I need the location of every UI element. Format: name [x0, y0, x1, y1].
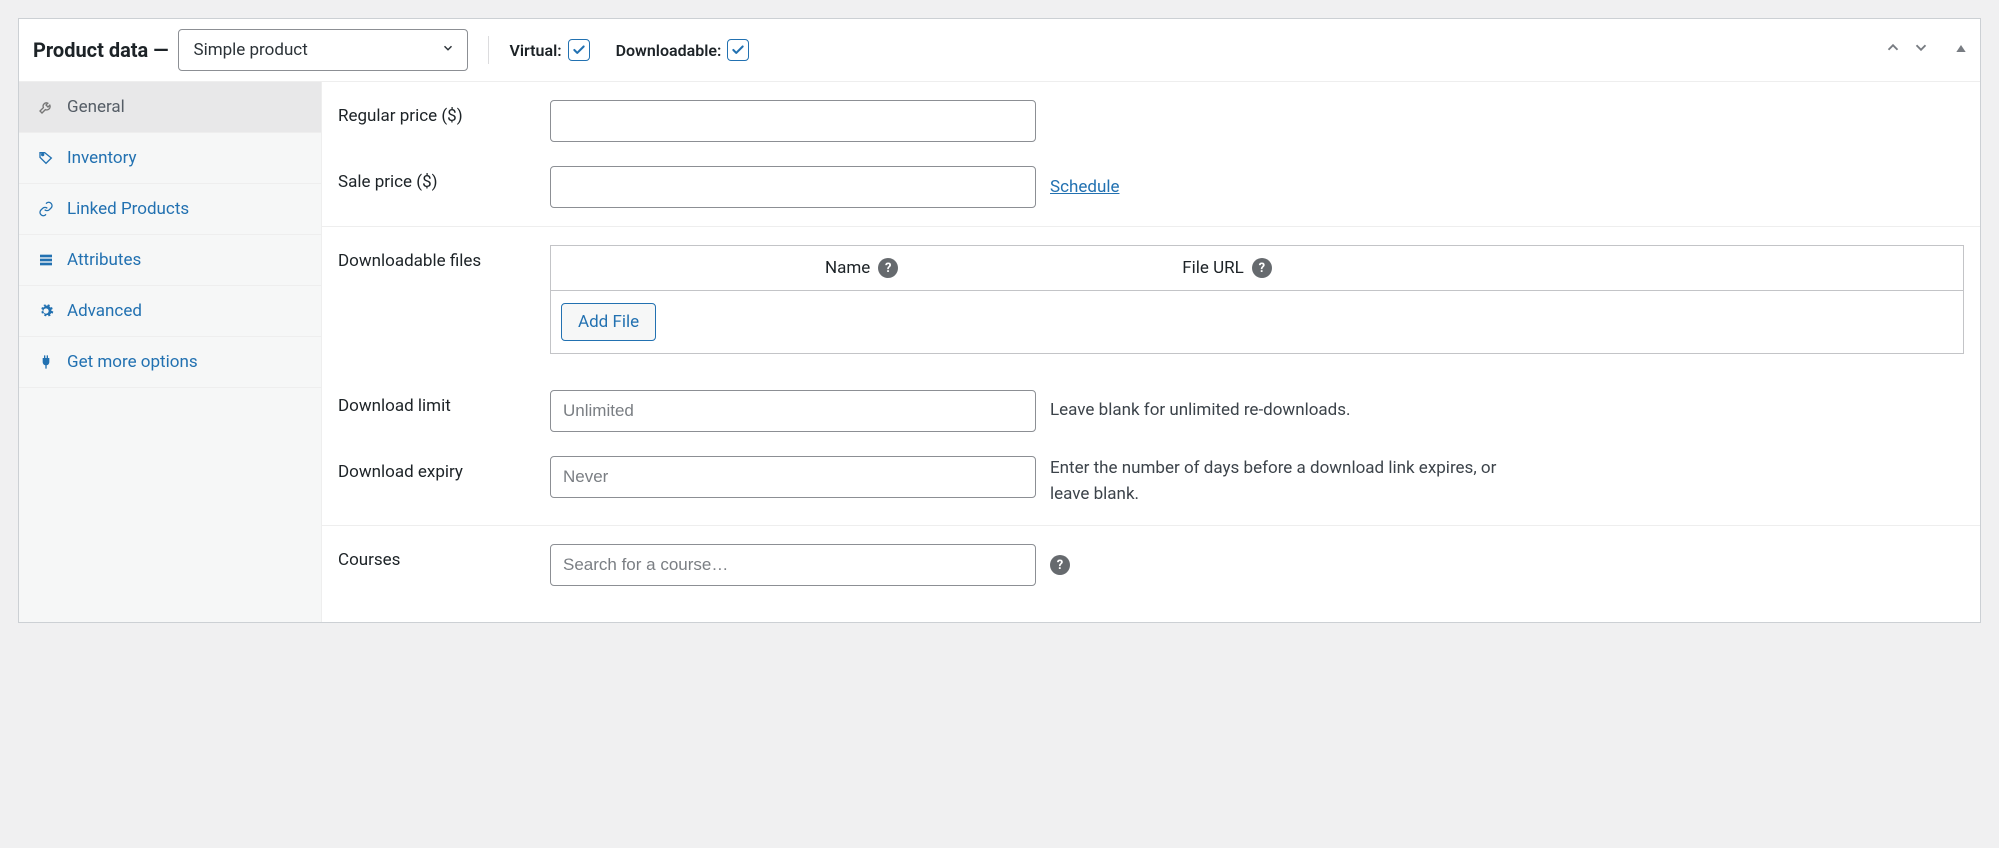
dl-col-url: File URL ?: [1172, 246, 1963, 290]
plug-icon: [37, 354, 55, 370]
chevron-up-icon[interactable]: [1884, 39, 1902, 62]
panel-header: Product data — Simple product Virtual: D…: [19, 19, 1980, 82]
tab-label: Linked Products: [67, 199, 189, 219]
tab-label: Advanced: [67, 301, 142, 321]
gear-icon: [37, 303, 55, 319]
tab-general[interactable]: General: [19, 82, 321, 133]
chevron-down-icon: [441, 40, 455, 60]
product-type-select[interactable]: Simple product: [178, 29, 468, 71]
list-icon: [37, 252, 55, 268]
downloadable-toggle: Downloadable:: [616, 39, 750, 61]
virtual-toggle: Virtual:: [509, 39, 589, 61]
courses-input[interactable]: [550, 544, 1036, 586]
downloadable-label: Downloadable:: [616, 41, 722, 60]
help-icon[interactable]: ?: [878, 258, 898, 278]
download-limit-label: Download limit: [338, 390, 550, 416]
download-expiry-input[interactable]: [550, 456, 1036, 498]
row-download-limit: Download limit Leave blank for unlimited…: [322, 372, 1980, 450]
tab-label: General: [67, 97, 125, 117]
product-type-value: Simple product: [193, 40, 307, 60]
product-data-panel: Product data — Simple product Virtual: D…: [18, 18, 1981, 623]
row-regular-price: Regular price ($): [322, 82, 1980, 160]
tab-linked-products[interactable]: Linked Products: [19, 184, 321, 235]
dl-col-name: Name ?: [551, 246, 1172, 290]
collapse-panel-icon[interactable]: [1954, 40, 1968, 60]
link-icon: [37, 201, 55, 217]
downloadable-files-table: Name ? File URL ? Add File: [550, 245, 1964, 354]
download-limit-input[interactable]: [550, 390, 1036, 432]
tab-get-more-options[interactable]: Get more options: [19, 337, 321, 388]
regular-price-input[interactable]: [550, 100, 1036, 142]
row-courses: Courses ?: [322, 525, 1980, 604]
chevron-down-icon[interactable]: [1912, 39, 1930, 62]
add-file-button[interactable]: Add File: [561, 303, 656, 341]
tab-attributes[interactable]: Attributes: [19, 235, 321, 286]
download-expiry-help: Enter the number of days before a downlo…: [1050, 456, 1520, 507]
download-limit-help: Leave blank for unlimited re-downloads.: [1050, 398, 1351, 424]
content: Regular price ($) Sale price ($) Schedul…: [322, 82, 1980, 622]
tab-inventory[interactable]: Inventory: [19, 133, 321, 184]
sidebar: General Inventory Linked Products: [19, 82, 322, 622]
sale-price-input[interactable]: [550, 166, 1036, 208]
virtual-label: Virtual:: [509, 41, 561, 60]
schedule-link[interactable]: Schedule: [1050, 177, 1119, 197]
panel-title: Product data —: [33, 38, 168, 62]
tab-label: Inventory: [67, 148, 137, 168]
regular-price-label: Regular price ($): [338, 100, 550, 126]
row-sale-price: Sale price ($) Schedule: [322, 160, 1980, 226]
help-icon[interactable]: ?: [1252, 258, 1272, 278]
tab-label: Attributes: [67, 250, 141, 270]
wrench-icon: [37, 99, 55, 115]
tag-icon: [37, 150, 55, 166]
virtual-checkbox[interactable]: [568, 39, 590, 61]
tab-label: Get more options: [67, 352, 198, 372]
downloadable-checkbox[interactable]: [727, 39, 749, 61]
row-downloadable-files: Downloadable files Name ? File URL ?: [322, 226, 1980, 372]
download-expiry-label: Download expiry: [338, 456, 550, 482]
row-download-expiry: Download expiry Enter the number of days…: [322, 450, 1980, 525]
tab-advanced[interactable]: Advanced: [19, 286, 321, 337]
separator: [488, 36, 489, 64]
panel-controls: [1884, 39, 1968, 62]
help-icon[interactable]: ?: [1050, 555, 1070, 575]
downloadable-files-label: Downloadable files: [338, 245, 550, 271]
sale-price-label: Sale price ($): [338, 166, 550, 192]
courses-label: Courses: [338, 544, 550, 570]
